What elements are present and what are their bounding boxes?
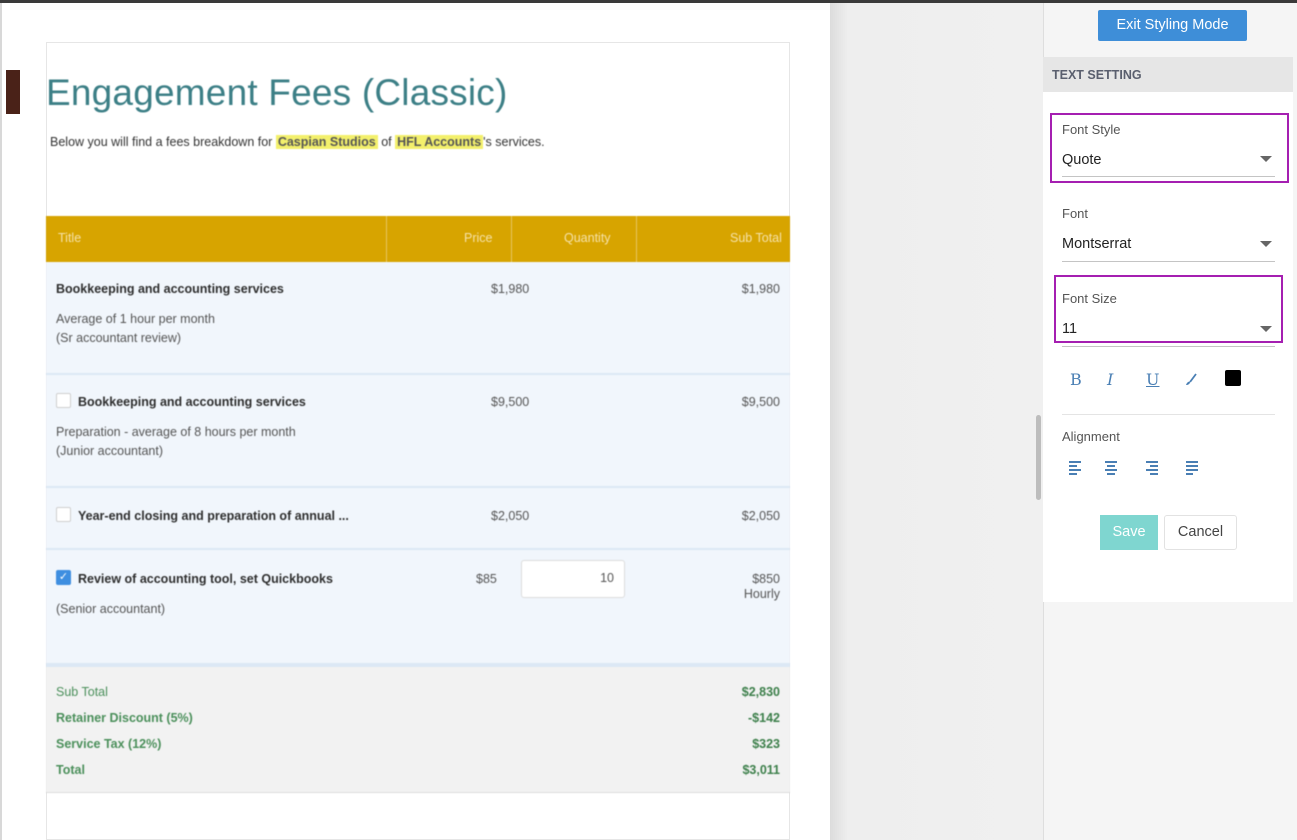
select-underline	[1062, 346, 1275, 347]
discount-value: -$142	[748, 711, 780, 725]
item-price: $1,980	[491, 282, 530, 296]
intro-before: Below you will find a fees breakdown for	[50, 135, 276, 149]
item-subtotal: $9,500	[741, 395, 780, 409]
item-checkbox[interactable]	[56, 507, 71, 522]
col-divider	[636, 216, 637, 262]
col-title-header: Title	[58, 231, 82, 245]
item-subtotal: $2,050	[741, 509, 780, 523]
item-subtotal: $850	[752, 572, 780, 586]
table-row[interactable]: Year-end closing and preparation of annu…	[46, 488, 790, 550]
item-description: (Senior accountant)	[56, 602, 166, 616]
chevron-down-icon[interactable]	[1260, 241, 1272, 247]
fees-table-header: Title Price Quantity Sub Total	[46, 216, 790, 262]
brush-icon[interactable]	[1183, 372, 1199, 388]
item-subtotal-block: $850 Hourly	[744, 572, 780, 602]
exit-styling-mode-button[interactable]: Exit Styling Mode	[1098, 10, 1247, 41]
align-justify-icon[interactable]	[1186, 461, 1199, 475]
table-row[interactable]: Bookkeeping and accounting services Aver…	[46, 262, 790, 375]
select-underline	[1062, 261, 1275, 262]
item-name: Bookkeeping and accounting services	[56, 282, 284, 296]
section-accent-bar	[6, 70, 20, 114]
item-price: $85	[476, 572, 497, 586]
item-description: Average of 1 hour per month (Sr accounta…	[56, 310, 215, 348]
chevron-down-icon[interactable]	[1260, 326, 1272, 332]
item-name: Review of accounting tool, set Quickbook…	[78, 572, 333, 586]
intro-text[interactable]: Below you will find a fees breakdown for…	[50, 135, 545, 149]
alignment-label: Alignment	[1062, 429, 1120, 444]
scrollbar-thumb[interactable]	[1036, 415, 1041, 500]
save-button[interactable]: Save	[1100, 515, 1158, 550]
col-price-header: Price	[464, 231, 493, 245]
item-description: Preparation - average of 8 hours per mon…	[56, 423, 296, 461]
font-size-select[interactable]: 11	[1062, 321, 1077, 337]
col-subtotal-header: Sub Total	[730, 231, 782, 245]
subtotal-label: Sub Total	[56, 685, 108, 699]
item-desc-line: (Junior accountant)	[56, 444, 164, 458]
subtotal-value: $2,830	[741, 685, 780, 699]
total-value: $3,011	[742, 763, 780, 777]
text-setting-header: TEXT SETTING	[1043, 57, 1293, 92]
canvas-gutter	[830, 3, 1043, 840]
align-right-icon[interactable]	[1146, 461, 1159, 475]
totals-block: Sub Total $2,830 Retainer Discount (5%) …	[46, 665, 790, 793]
font-size-highlight	[1054, 275, 1283, 343]
select-underline	[1062, 176, 1275, 177]
item-name: Bookkeeping and accounting services	[78, 395, 306, 409]
panel-divider	[1062, 414, 1275, 415]
client-variable: Caspian Studios	[275, 135, 378, 149]
intro-middle: of	[377, 135, 396, 149]
font-style-select[interactable]: Quote	[1062, 152, 1102, 168]
align-left-icon[interactable]	[1069, 461, 1082, 475]
table-row[interactable]: ✓ Review of accounting tool, set Quickbo…	[46, 550, 790, 665]
font-label: Font	[1062, 206, 1089, 221]
item-name: Year-end closing and preparation of annu…	[78, 509, 349, 523]
company-variable: HFL Accounts	[395, 135, 484, 149]
col-divider	[511, 216, 512, 262]
italic-button[interactable]: I	[1107, 370, 1113, 389]
align-center-icon[interactable]	[1105, 461, 1118, 475]
item-price: $9,500	[491, 395, 530, 409]
table-row[interactable]: Bookkeeping and accounting services Prep…	[46, 375, 790, 488]
bold-button[interactable]: B	[1070, 370, 1082, 389]
item-checkbox-checked[interactable]: ✓	[56, 570, 71, 585]
font-style-label: Font Style	[1062, 122, 1121, 137]
item-desc-line: Preparation - average of 8 hours per mon…	[56, 425, 296, 439]
underline-button[interactable]: U	[1146, 370, 1159, 389]
item-price: $2,050	[491, 509, 530, 523]
item-checkbox[interactable]	[56, 393, 71, 408]
discount-label: Retainer Discount (5%)	[56, 711, 193, 725]
font-select[interactable]: Montserrat	[1062, 236, 1131, 252]
intro-after: 's services.	[483, 135, 545, 149]
cancel-button[interactable]: Cancel	[1164, 515, 1237, 550]
tax-label: Service Tax (12%)	[56, 737, 162, 751]
total-label: Total	[56, 763, 85, 777]
item-desc-line: Average of 1 hour per month	[56, 312, 215, 326]
item-subtotal: $1,980	[741, 282, 780, 296]
item-desc-line: (Sr accountant review)	[56, 331, 182, 345]
col-divider	[386, 216, 387, 262]
chevron-down-icon[interactable]	[1260, 156, 1272, 162]
quantity-input[interactable]: 10	[521, 560, 625, 598]
tax-value: $323	[752, 737, 780, 751]
font-size-label: Font Size	[1062, 291, 1117, 306]
text-color-swatch[interactable]	[1225, 370, 1241, 386]
document-title[interactable]: Engagement Fees (Classic)	[46, 72, 508, 114]
col-quantity-header: Quantity	[564, 231, 611, 245]
item-unit: Hourly	[743, 587, 780, 601]
